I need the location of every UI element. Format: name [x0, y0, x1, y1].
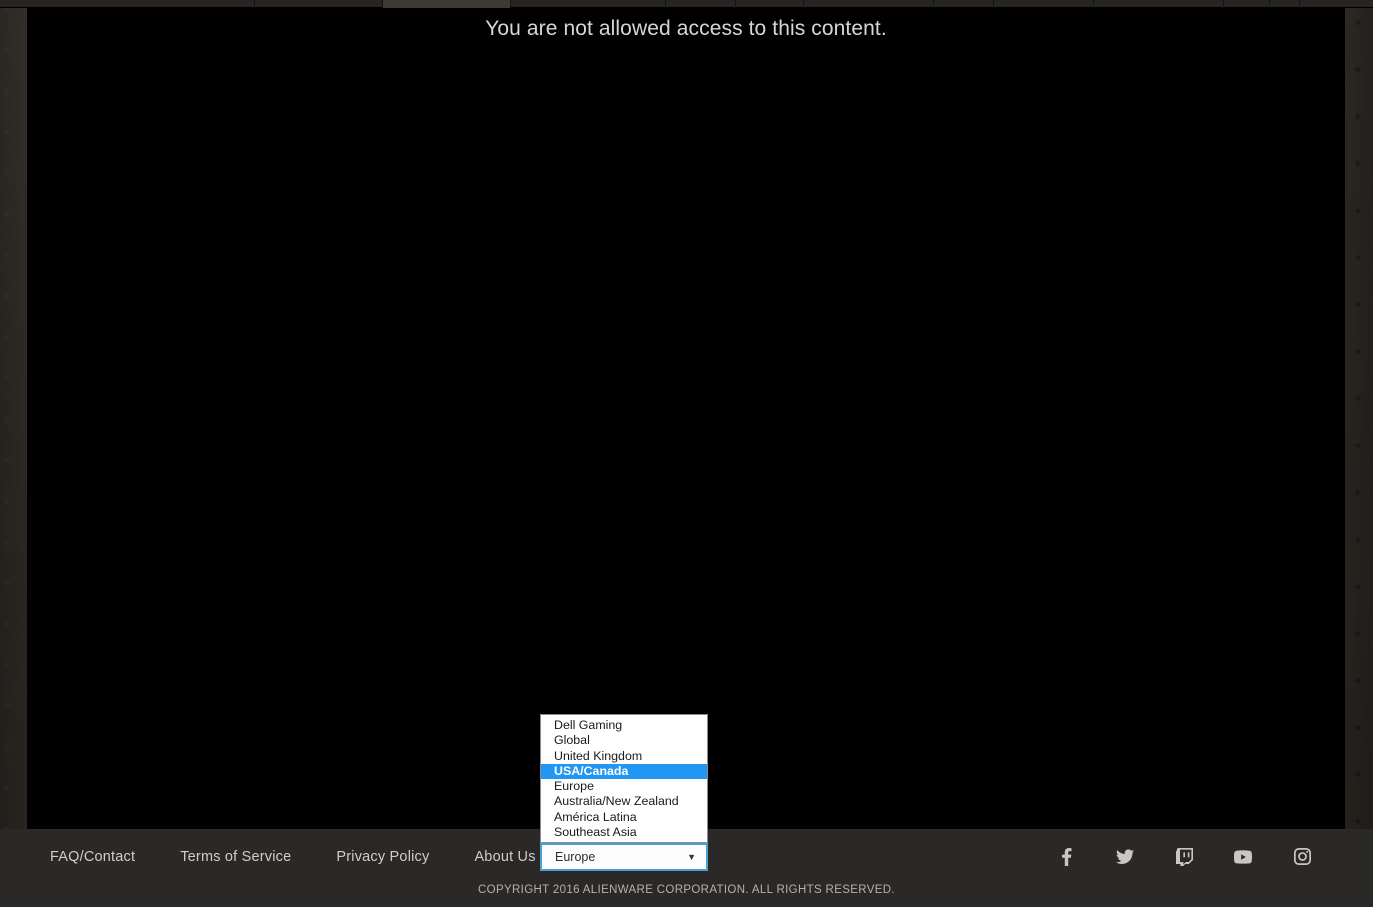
access-denied-message: You are not allowed access to this conte… [485, 17, 887, 40]
twitter-icon[interactable] [1116, 848, 1134, 866]
facebook-icon[interactable] [1057, 847, 1075, 866]
nav-item-12[interactable] [1299, 0, 1343, 8]
region-option-global[interactable]: Global [541, 733, 707, 748]
region-select-button[interactable]: Europe ▼ [540, 843, 708, 871]
top-navigation-bar: RISE WITH US [0, 0, 1373, 8]
footer-link-faq-contact[interactable]: FAQ/Contact [50, 849, 135, 865]
footer-link-terms-of-service[interactable]: Terms of Service [180, 849, 291, 865]
region-select-value: Europe [555, 850, 596, 864]
main-content-area: You are not allowed access to this conte… [27, 8, 1345, 829]
region-selector[interactable]: Europe ▼ [540, 843, 708, 871]
region-option-united-kingdom[interactable]: United Kingdom [541, 749, 707, 764]
nav-item-1[interactable] [254, 0, 382, 8]
region-option-southeast-asia[interactable]: Southeast Asia [541, 825, 707, 840]
nav-item-8[interactable] [993, 0, 1093, 8]
region-option-america-latina[interactable]: América Latina [541, 810, 707, 825]
region-dropdown-list[interactable]: Dell Gaming Global United Kingdom USA/Ca… [540, 714, 708, 844]
nav-item-3[interactable] [510, 0, 665, 8]
footer-link-privacy-policy[interactable]: Privacy Policy [336, 849, 429, 865]
nav-item-2-active[interactable] [382, 0, 510, 8]
twitch-icon[interactable] [1175, 847, 1193, 866]
nav-item-11[interactable] [1269, 0, 1299, 8]
footer-links: FAQ/Contact Terms of Service Privacy Pol… [50, 829, 536, 884]
nav-item-4[interactable] [665, 0, 735, 8]
region-option-usa-canada[interactable]: USA/Canada [541, 763, 707, 780]
youtube-icon[interactable] [1234, 848, 1252, 866]
region-option-australia-new-zealand[interactable]: Australia/New Zealand [541, 794, 707, 809]
footer-link-about-us[interactable]: About Us [474, 849, 535, 865]
nav-item-7[interactable] [933, 0, 993, 8]
nav-item-10[interactable] [1223, 0, 1269, 8]
copyright-text: COPYRIGHT 2016 ALIENWARE CORPORATION. AL… [478, 884, 895, 896]
region-option-dell-gaming[interactable]: Dell Gaming [541, 718, 707, 733]
chevron-down-icon: ▼ [687, 852, 696, 862]
brand-logo[interactable]: RISE WITH US [0, 0, 254, 8]
nav-item-6[interactable] [803, 0, 933, 8]
nav-item-5[interactable] [735, 0, 803, 8]
region-option-europe[interactable]: Europe [541, 779, 707, 794]
nav-item-9[interactable] [1093, 0, 1223, 8]
instagram-icon[interactable] [1293, 848, 1311, 866]
social-links [1057, 829, 1311, 884]
